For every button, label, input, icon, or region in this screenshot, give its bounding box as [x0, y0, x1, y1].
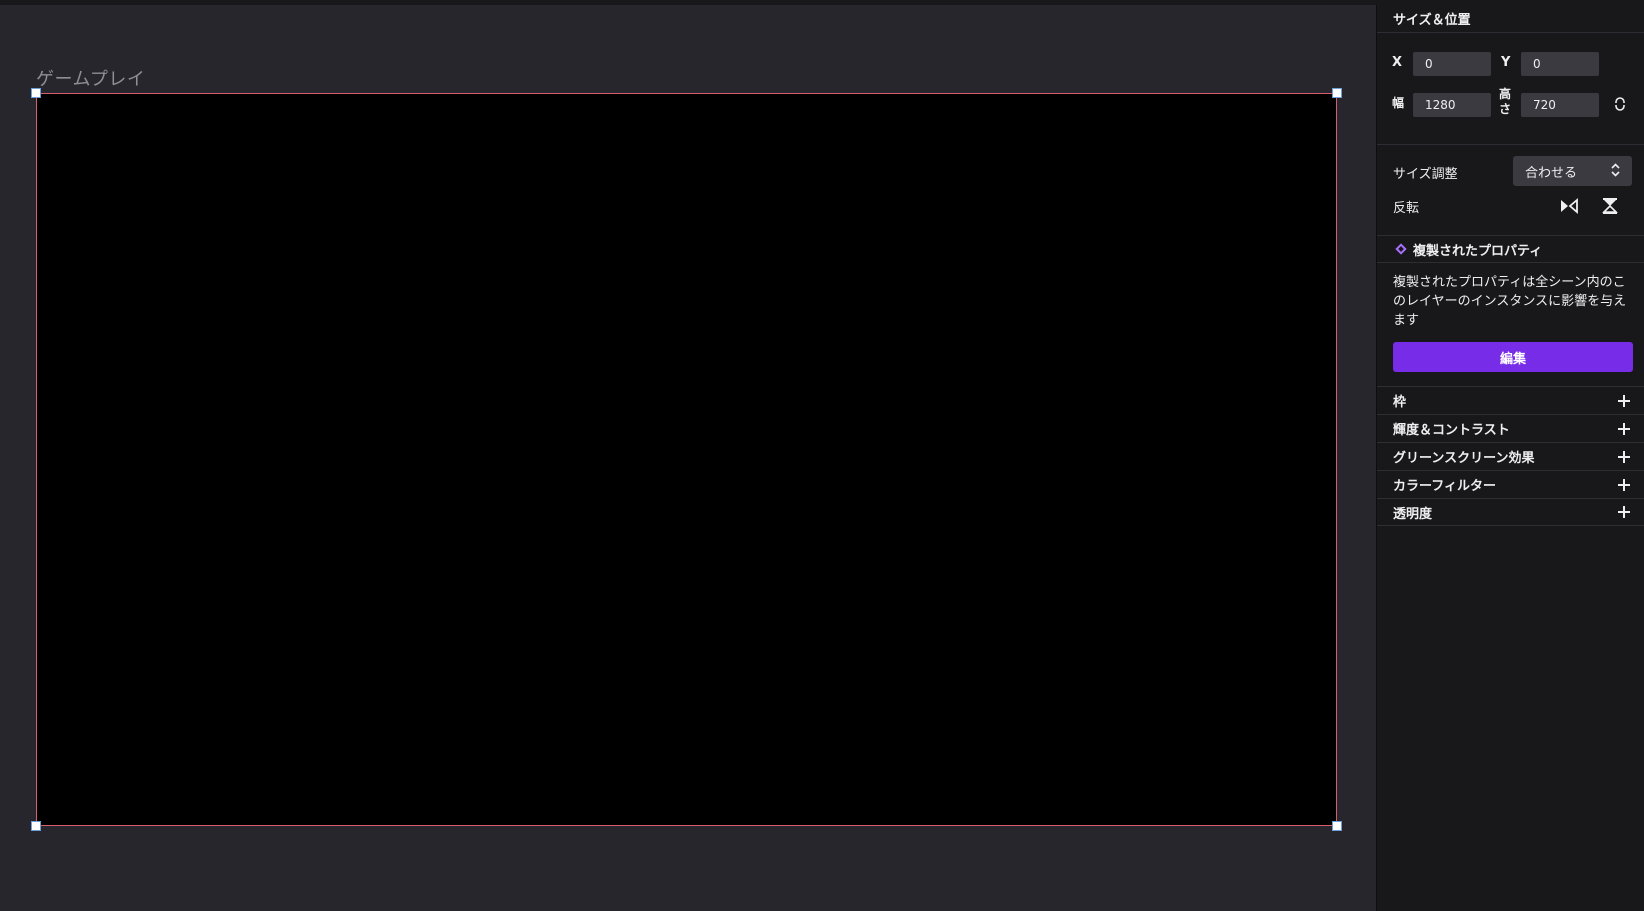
duplicated-properties-header: 複製されたプロパティ: [1377, 235, 1644, 263]
x-label: X: [1392, 55, 1403, 70]
section-opacity[interactable]: 透明度: [1377, 498, 1644, 526]
width-label: 幅: [1392, 96, 1405, 110]
duplicated-properties-title: 複製されたプロパティ: [1413, 243, 1543, 259]
flip-label: 反転: [1393, 201, 1420, 216]
options-section: サイズ調整 合わせる 反転: [1377, 145, 1644, 235]
height-input[interactable]: [1521, 93, 1599, 117]
section-label: カラーフィルター: [1393, 479, 1496, 494]
x-input[interactable]: [1413, 52, 1491, 76]
duplicated-properties-description: 複製されたプロパティは全シーン内のこのレイヤーのインスタンスに影響を与えます: [1393, 275, 1627, 328]
flip-vertical-icon[interactable]: [1601, 197, 1619, 215]
resize-label: サイズ調整: [1393, 167, 1458, 182]
chevron-up-down-icon: [1611, 163, 1620, 177]
resize-handle-bottom-left[interactable]: [31, 821, 41, 831]
gameplay-layer[interactable]: [36, 93, 1337, 826]
aspect-lock-icon[interactable]: [1614, 97, 1626, 111]
section-border[interactable]: 枠: [1377, 386, 1644, 414]
property-sections: 枠 輝度＆コントラスト グリーンスクリーン効果 カラーフィルター 透明度: [1377, 386, 1644, 526]
diamond-icon: [1395, 243, 1407, 255]
resize-handle-top-right[interactable]: [1332, 88, 1342, 98]
plus-icon: [1618, 450, 1630, 463]
plus-icon: [1618, 394, 1630, 407]
resize-select[interactable]: 合わせる: [1513, 156, 1632, 186]
section-color-filter[interactable]: カラーフィルター: [1377, 470, 1644, 498]
plus-icon: [1618, 506, 1630, 518]
section-label: 枠: [1393, 395, 1407, 410]
layer-label: ゲームプレイ: [36, 69, 146, 90]
section-label: 輝度＆コントラスト: [1393, 423, 1510, 438]
canvas-area: ゲームプレイ: [0, 5, 1376, 911]
properties-panel: サイズ＆位置 X Y 幅 高さ サイズ調整 合わせる 反転: [1376, 5, 1644, 911]
y-label: Y: [1501, 55, 1511, 70]
size-position-section: X Y 幅 高さ: [1377, 33, 1644, 145]
section-label: 透明度: [1393, 506, 1433, 522]
y-input[interactable]: [1521, 52, 1599, 76]
flip-horizontal-icon[interactable]: [1560, 197, 1578, 215]
height-label: 高さ: [1499, 87, 1512, 116]
width-input[interactable]: [1413, 93, 1491, 117]
section-brightness-contrast[interactable]: 輝度＆コントラスト: [1377, 414, 1644, 442]
edit-button[interactable]: 編集: [1393, 342, 1633, 372]
section-label: グリーンスクリーン効果: [1393, 451, 1535, 466]
resize-select-value: 合わせる: [1525, 165, 1578, 181]
section-green-screen[interactable]: グリーンスクリーン効果: [1377, 442, 1644, 470]
resize-handle-bottom-right[interactable]: [1332, 821, 1342, 831]
plus-icon: [1618, 422, 1630, 435]
plus-icon: [1618, 478, 1630, 491]
size-position-header: サイズ＆位置: [1377, 5, 1644, 33]
resize-handle-top-left[interactable]: [31, 88, 41, 98]
